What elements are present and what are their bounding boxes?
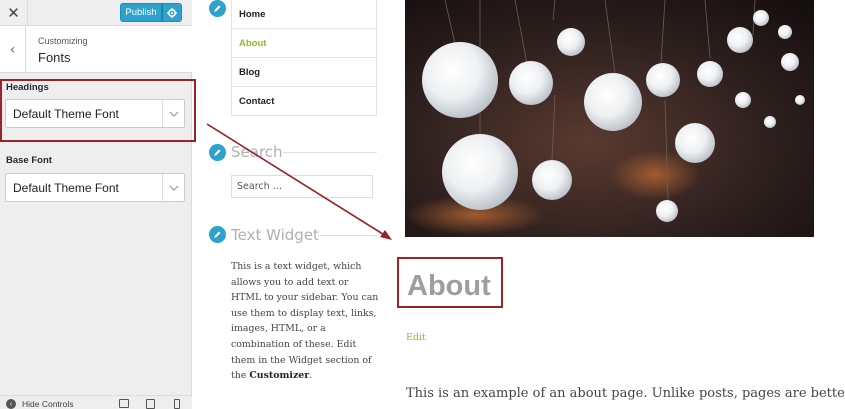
base-font-label: Base Font: [6, 155, 52, 166]
customizer-link[interactable]: Customizer: [249, 370, 309, 381]
text-widget-title: Text Widget: [231, 226, 319, 244]
base-font-value: Default Theme Font: [13, 181, 119, 195]
search-input[interactable]: Search …: [231, 175, 373, 198]
page-intro-text: This is an example of an about page. Unl…: [406, 386, 845, 401]
menu-item-about[interactable]: About: [232, 29, 376, 58]
close-button[interactable]: ✕: [0, 0, 28, 26]
text-widget-body: This is a text widget, which allows you …: [231, 259, 379, 384]
publish-settings-button[interactable]: [162, 3, 182, 22]
text-widget-end: .: [309, 370, 313, 382]
divider: [283, 152, 377, 153]
nav-menu: Home About Blog Contact: [231, 0, 377, 116]
chevron-down-icon: [162, 174, 184, 201]
customizer-header: ✕ Publish: [0, 0, 192, 26]
base-font-select[interactable]: Default Theme Font: [5, 173, 185, 202]
gear-icon: [167, 7, 177, 18]
text-widget-content: This is a text widget, which allows you …: [231, 261, 379, 382]
edit-link[interactable]: Edit: [406, 332, 426, 343]
pencil-icon[interactable]: [209, 144, 226, 161]
menu-item-contact[interactable]: Contact: [232, 87, 376, 116]
hide-controls-button[interactable]: ‹ Hide Controls: [6, 399, 74, 409]
pencil-icon[interactable]: [209, 0, 226, 17]
page-title-highlight-annotation: [397, 257, 503, 308]
chevron-left-icon: ‹: [9, 41, 16, 58]
hero-image: [405, 0, 814, 237]
mobile-icon[interactable]: [174, 399, 180, 409]
tablet-icon[interactable]: [146, 399, 155, 409]
desktop-icon[interactable]: [119, 399, 129, 408]
breadcrumb: Customizing: [38, 36, 88, 46]
close-icon: ✕: [7, 4, 20, 22]
customizer-footer: ‹ Hide Controls: [0, 395, 192, 409]
menu-item-home[interactable]: Home: [232, 0, 376, 29]
publish-button[interactable]: Publish: [120, 3, 162, 22]
pencil-icon[interactable]: [209, 226, 226, 243]
search-widget-title: Search: [231, 143, 283, 161]
section-title: Fonts: [38, 50, 71, 65]
menu-item-blog[interactable]: Blog: [232, 58, 376, 87]
eye-icon: ‹: [6, 399, 16, 409]
back-button[interactable]: ‹: [0, 26, 26, 73]
headings-highlight-annotation: [0, 79, 196, 142]
hide-controls-label: Hide Controls: [22, 399, 74, 409]
section-header: ‹ Customizing Fonts: [0, 26, 192, 73]
divider: [318, 235, 377, 236]
customizer-sidebar: ✕ Publish ‹ Customizing Fonts Headings D…: [0, 0, 192, 409]
